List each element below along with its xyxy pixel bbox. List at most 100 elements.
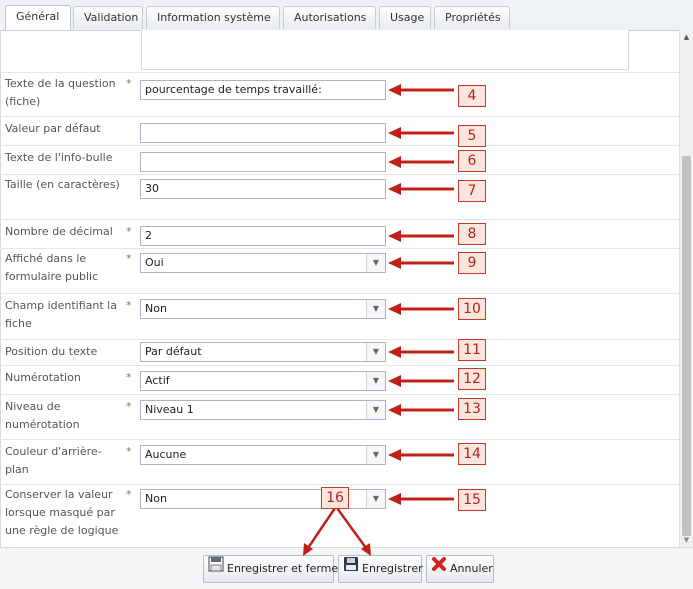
- text-field[interactable]: [140, 123, 386, 143]
- callout-arrow: [388, 346, 454, 358]
- tab-validation[interactable]: Validation: [73, 6, 143, 29]
- form-row: Texte de l'info-bulle 6: [0, 145, 679, 175]
- form-row: Affiché dans le formulaire public * Oui ▼ 9: [0, 248, 679, 294]
- field-label: Conserver la valeur lorsque masqué par u…: [5, 488, 119, 537]
- form-row: Taille (en caractères) 30 7: [0, 174, 679, 220]
- save-close-label: Enregistrer et fermer: [227, 562, 343, 575]
- callout-number: 12: [458, 368, 486, 390]
- select-field[interactable]: Oui ▼: [140, 253, 386, 273]
- callout-number: 15: [458, 489, 486, 511]
- form-row: Texte de la question (fiche) * pourcentage…: [0, 71, 679, 117]
- callout-number: 4: [458, 85, 486, 107]
- field-value: Non: [145, 492, 167, 505]
- field-label: Couleur d'arrière-plan: [5, 445, 102, 476]
- tab-autorisations[interactable]: Autorisations: [283, 6, 376, 29]
- field-label: Texte de l'info-bulle: [5, 151, 113, 164]
- callout-number: 6: [458, 150, 486, 172]
- cancel-label: Annuler: [450, 562, 493, 575]
- select-field[interactable]: Aucune ▼: [140, 445, 386, 465]
- required-marker: *: [126, 371, 132, 384]
- callout-arrow: [388, 375, 454, 387]
- required-marker: *: [126, 252, 132, 265]
- callout-arrow: [388, 303, 454, 315]
- cancel-button[interactable]: Annuler: [426, 555, 494, 583]
- field-label: Nombre de décimal: [5, 225, 113, 238]
- callout-arrow: [388, 84, 454, 96]
- field-value: 2: [145, 229, 152, 242]
- select-field[interactable]: Non ▼: [140, 299, 386, 319]
- callout-arrow: [388, 230, 454, 242]
- field-value: Niveau 1: [145, 403, 194, 416]
- chevron-down-icon[interactable]: ▼: [366, 300, 385, 318]
- callout-arrow: [388, 127, 454, 139]
- tab-label: Information système: [157, 11, 271, 24]
- tab-information-systeme[interactable]: Information système: [146, 6, 280, 29]
- select-field[interactable]: Actif ▼: [140, 371, 386, 391]
- callout-16: 16: [321, 487, 349, 509]
- chevron-down-icon[interactable]: ▼: [366, 446, 385, 464]
- callout-number: 11: [458, 339, 486, 361]
- callout-arrow: [388, 404, 454, 416]
- required-marker: *: [126, 445, 132, 458]
- field-label: Valeur par défaut: [5, 122, 101, 135]
- scroll-down-icon[interactable]: ▼: [680, 536, 693, 544]
- scroll-up-icon[interactable]: ▲: [680, 33, 693, 41]
- field-value: Par défaut: [145, 345, 202, 358]
- vertical-scrollbar[interactable]: ▲ ▼: [679, 30, 693, 547]
- chevron-down-icon[interactable]: ▼: [366, 401, 385, 419]
- tab-usage[interactable]: Usage: [379, 6, 431, 29]
- select-field[interactable]: Par défaut ▼: [140, 342, 386, 362]
- tab-label: Autorisations: [294, 11, 367, 24]
- field-label: Affiché dans le formulaire public: [5, 252, 99, 283]
- chevron-down-icon[interactable]: ▼: [366, 372, 385, 390]
- callout-number: 10: [458, 298, 486, 320]
- text-field[interactable]: 2: [140, 226, 386, 246]
- chevron-down-icon[interactable]: ▼: [366, 490, 385, 508]
- field-value: Oui: [145, 256, 164, 269]
- save-close-button[interactable]: Enregistrer et fermer: [203, 555, 343, 583]
- callout-number: 8: [458, 223, 486, 245]
- scrollbar-thumb[interactable]: [682, 156, 691, 536]
- save-button[interactable]: Enregistrer: [338, 555, 423, 583]
- text-field[interactable]: 30: [140, 179, 386, 199]
- form-row: Couleur d'arrière-plan * Aucune ▼ 14: [0, 439, 679, 485]
- required-marker: *: [126, 488, 132, 501]
- field-value: pourcentage de temps travaillé:: [145, 83, 322, 96]
- callout-number: 9: [458, 252, 486, 274]
- form-row: Valeur par défaut 5: [0, 116, 679, 147]
- form-row: Position du texte Par défaut ▼ 11: [0, 339, 679, 366]
- required-marker: *: [126, 400, 132, 413]
- select-field[interactable]: Niveau 1 ▼: [140, 400, 386, 420]
- required-marker: *: [126, 299, 132, 312]
- callout-arrow: [388, 257, 454, 269]
- chevron-down-icon[interactable]: ▼: [366, 254, 385, 272]
- text-field[interactable]: [140, 152, 386, 172]
- tab-label: Usage: [390, 11, 425, 24]
- required-marker: *: [126, 225, 132, 238]
- field-label: Champ identifiant la fiche: [5, 299, 117, 330]
- tab-label: Propriétés: [445, 11, 501, 24]
- callout-arrow: [388, 183, 454, 195]
- save-close-icon: [208, 556, 224, 582]
- bottom-toolbar: Enregistrer et fermer Enregistrer Annule…: [0, 547, 693, 589]
- field-label: Niveau de numérotation: [5, 400, 80, 431]
- floppy-disk-icon: [343, 556, 359, 582]
- description-textarea[interactable]: [141, 30, 629, 70]
- tab-proprietes[interactable]: Propriétés: [434, 6, 510, 29]
- required-marker: *: [126, 77, 132, 90]
- cancel-x-icon: [431, 556, 447, 582]
- tab-general[interactable]: Général: [5, 5, 71, 30]
- text-field[interactable]: pourcentage de temps travaillé:: [140, 80, 386, 100]
- callout-number: 14: [458, 443, 486, 465]
- chevron-down-icon[interactable]: ▼: [366, 343, 385, 361]
- callout-number: 13: [458, 398, 486, 420]
- field-label: Numérotation: [5, 371, 81, 384]
- field-label: Texte de la question (fiche): [5, 77, 116, 108]
- form-row: Niveau de numérotation * Niveau 1 ▼ 13: [0, 394, 679, 440]
- callout-arrow: [388, 493, 454, 505]
- select-field[interactable]: Non ▼: [140, 489, 386, 509]
- save-label: Enregistrer: [362, 562, 423, 575]
- callout-arrow: [388, 449, 454, 461]
- form-row: Nombre de décimal * 2 8: [0, 219, 679, 249]
- callout-arrow: [388, 156, 454, 168]
